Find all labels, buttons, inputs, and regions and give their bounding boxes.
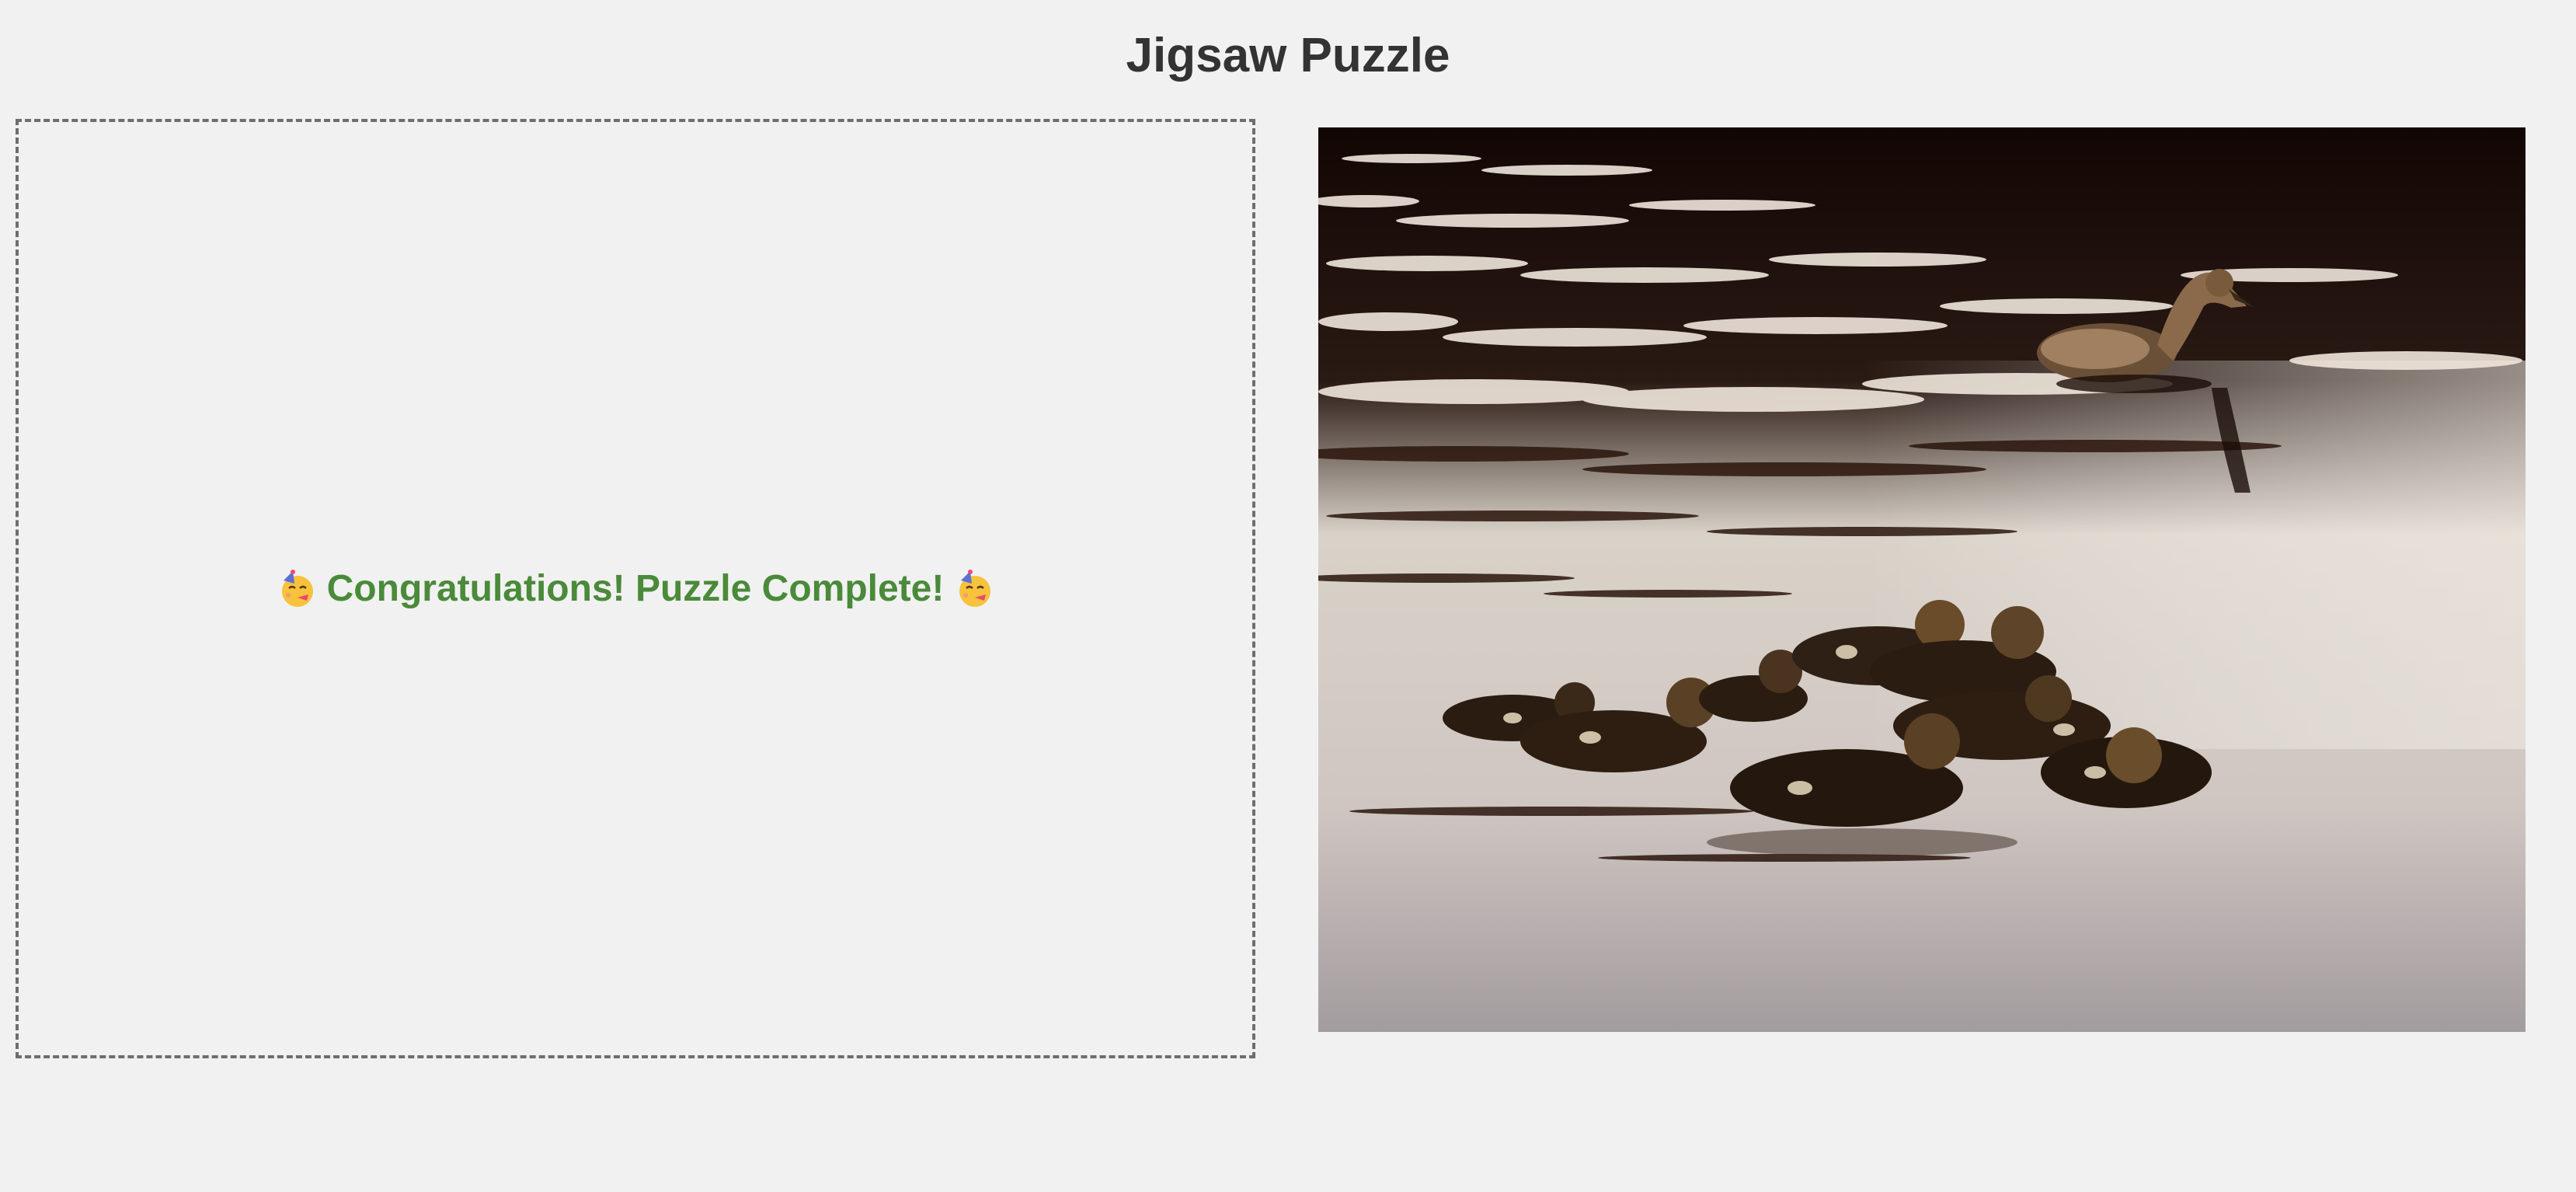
puzzle-board[interactable]: Congratulations! Puzzle Complete! <box>16 119 1255 1058</box>
page-title: Jigsaw Puzzle <box>1126 29 1450 82</box>
partying-face-icon <box>955 569 994 608</box>
completed-image-ducks <box>1318 127 2526 1032</box>
completion-text: Congratulations! Puzzle Complete! <box>326 568 945 609</box>
partying-face-icon <box>277 569 316 608</box>
completion-message: Congratulations! Puzzle Complete! <box>277 567 994 610</box>
